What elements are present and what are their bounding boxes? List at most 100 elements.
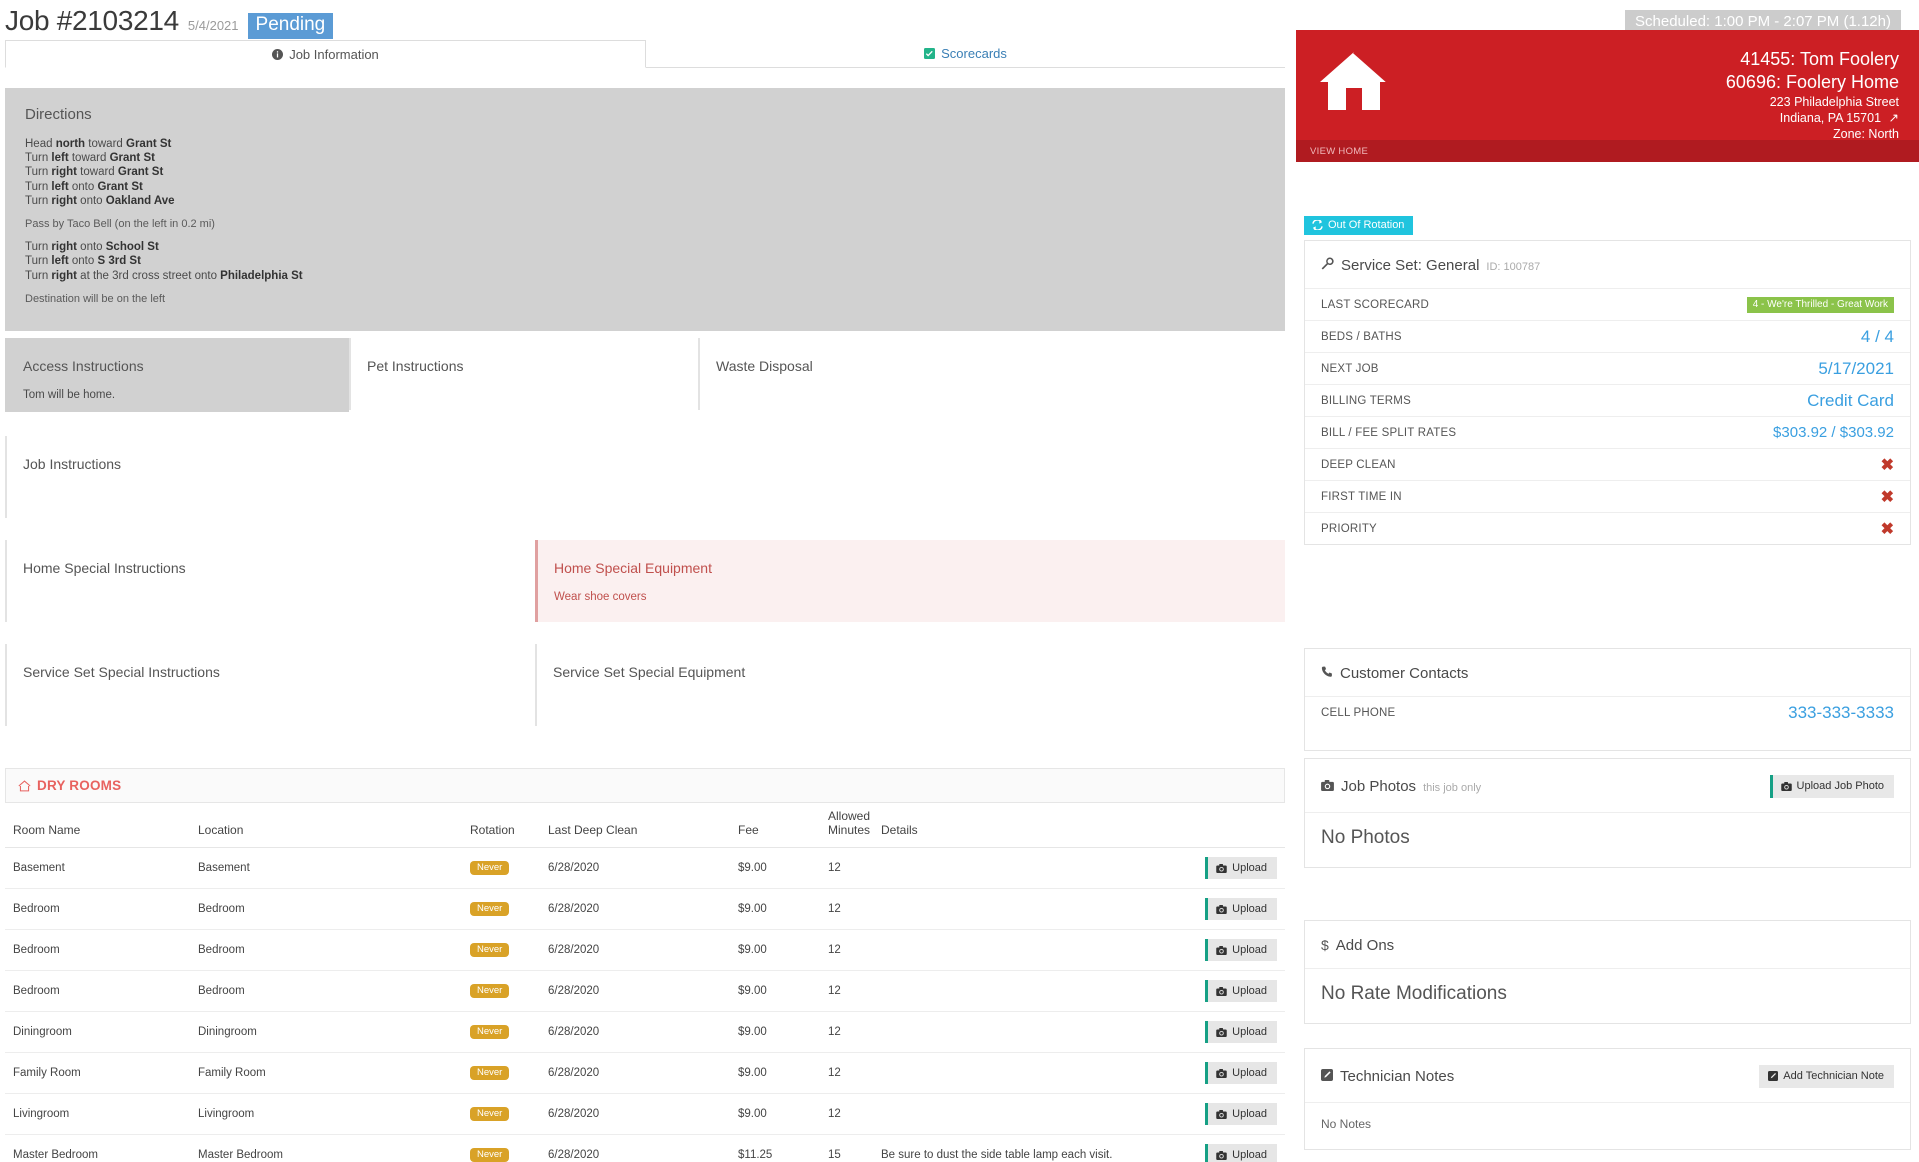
cell-room-name: Diningroom (5, 1011, 190, 1053)
job-date: 5/4/2021 (187, 18, 239, 33)
home-address: 223 Philadelphia Street (1769, 95, 1899, 109)
card-title: Home Special Instructions (23, 560, 186, 576)
card-body: Tom will be home. (23, 389, 116, 401)
cell-rotation: Never (462, 1052, 540, 1094)
out-of-rotation-badge: Out Of Rotation (1304, 216, 1414, 235)
cell-room-name: Bedroom (5, 888, 190, 930)
card-home-special-equipment: Home Special Equipment Wear shoe covers (535, 540, 1285, 622)
service-set-title-group: Service Set: General ID: 100787 (1321, 257, 1540, 274)
status-badge: Pending (247, 13, 334, 39)
cell-location: Bedroom (190, 888, 462, 930)
technician-notes-header: Technician Notes Add Technician Note (1305, 1049, 1910, 1102)
rotation-badge: Never (470, 860, 510, 876)
cell-allowed-minutes: 12 (820, 929, 873, 971)
external-link-icon[interactable]: ↗ (1889, 111, 1899, 125)
camera-icon (1216, 986, 1227, 996)
upload-button[interactable]: Upload (1205, 1103, 1277, 1125)
cell-location: Bedroom (190, 970, 462, 1012)
col-rotation: Rotation (462, 803, 540, 848)
card-row: Access Instructions Tom will be home. Pe… (5, 338, 1285, 412)
upload-button[interactable]: Upload (1205, 1062, 1277, 1084)
upload-button[interactable]: Upload (1205, 1021, 1277, 1043)
cell-allowed-minutes: 12 (820, 1011, 873, 1053)
dry-rooms-header: DRY ROOMS (5, 768, 1285, 803)
directions-step: Turn right onto Oakland Ave (25, 194, 175, 207)
card-access-instructions: Access Instructions Tom will be home. (5, 338, 349, 412)
tab-scorecards[interactable]: Scorecards (646, 40, 1285, 67)
contact-value[interactable]: 333-333-3333 (1788, 703, 1894, 723)
card-row: Job Instructions (5, 436, 1285, 518)
service-set-key: PRIORITY (1321, 522, 1377, 535)
cell-location: Family Room (190, 1052, 462, 1094)
cell-details (873, 1052, 1160, 1094)
service-set-key: DEEP CLEAN (1321, 458, 1396, 471)
cell-location: Diningroom (190, 1011, 462, 1053)
house-icon (1318, 48, 1390, 114)
cell-details (873, 1093, 1160, 1135)
col-last-deep-clean: Last Deep Clean (540, 803, 730, 848)
service-set-value[interactable]: Credit Card (1807, 391, 1894, 411)
no-photos-text: No Photos (1321, 827, 1410, 848)
service-set-value: 4 - We're Thrilled - Great Work (1746, 296, 1894, 313)
cell-last-deep-clean: 6/28/2020 (540, 888, 730, 930)
home-city-state-zip: Indiana, PA 15701 ↗ (1726, 110, 1899, 126)
customer-line: 41455: Tom Foolery (1740, 49, 1899, 69)
table-row: Bedroom Bedroom Never 6/28/2020 $9.00 12 Uploa… (5, 888, 1285, 930)
home-hero: 41455: Tom Foolery 60696: Foolery Home 2… (1296, 30, 1919, 162)
upload-button[interactable]: Upload (1205, 857, 1277, 879)
table-row: Bedroom Bedroom Never 6/28/2020 $9.00 12 Uploa… (5, 929, 1285, 971)
camera-icon (1216, 863, 1227, 873)
cell-rotation: Never (462, 847, 540, 889)
no-notes-text: No Notes (1321, 1117, 1372, 1131)
service-set-value[interactable]: $303.92 / $303.92 (1773, 424, 1894, 441)
card-body: Wear shoe covers (554, 591, 647, 603)
upload-button[interactable]: Upload (1205, 1144, 1277, 1162)
table-row: Bedroom Bedroom Never 6/28/2020 $9.00 12 Uploa… (5, 970, 1285, 1012)
city-state-zip-text: Indiana, PA 15701 (1779, 111, 1882, 125)
service-set-row: LAST SCORECARD 4 - We're Thrilled - Great… (1305, 288, 1910, 320)
card-pet-instructions: Pet Instructions (349, 338, 698, 410)
cell-room-name: Family Room (5, 1052, 190, 1094)
upload-button[interactable]: Upload (1205, 898, 1277, 920)
cell-room-name: Bedroom (5, 970, 190, 1012)
technician-notes-title-group: Technician Notes (1321, 1068, 1454, 1085)
job-photos-body: No Photos (1305, 812, 1910, 867)
cell-details (873, 929, 1160, 971)
view-home-link[interactable]: VIEW HOME (1296, 140, 1919, 162)
cell-room-name: Master Bedroom (5, 1134, 190, 1162)
upload-button[interactable]: Upload (1205, 939, 1277, 961)
cell-rotation: Never (462, 929, 540, 971)
service-set-key: FIRST TIME IN (1321, 490, 1402, 503)
cell-last-deep-clean: 6/28/2020 (540, 1134, 730, 1162)
camera-icon (1216, 1150, 1227, 1160)
rotation-badge: Never (470, 1147, 510, 1162)
add-technician-note-button[interactable]: Add Technician Note (1759, 1065, 1894, 1088)
job-photos-title-group: Job Photos this job only (1321, 778, 1481, 795)
add-ons-header: $ Add Ons (1305, 921, 1910, 968)
upload-button[interactable]: Upload (1205, 980, 1277, 1002)
contacts-header: Customer Contacts (1305, 649, 1910, 696)
tab-job-information[interactable]: Job Information (5, 40, 646, 68)
service-set-value[interactable]: 4 / 4 (1861, 327, 1894, 347)
directions-step: Turn right onto School St (25, 241, 159, 254)
cell-fee: $9.00 (730, 1052, 820, 1094)
cell-room-name: Livingroom (5, 1093, 190, 1135)
cell-actions: Upload (1160, 1134, 1285, 1162)
upload-job-photo-button[interactable]: Upload Job Photo (1769, 775, 1894, 798)
upload-label: Upload (1232, 862, 1267, 874)
card-row: Home Special Instructions Home Special E… (5, 540, 1285, 622)
cell-actions: Upload (1160, 847, 1285, 889)
service-set-value[interactable]: 5/17/2021 (1818, 359, 1894, 379)
tab-bar: Job Information Scorecards (5, 40, 1285, 68)
card-row: Service Set Special Instructions Service… (5, 644, 1285, 726)
add-ons-title-group: $ Add Ons (1321, 937, 1394, 954)
service-set-key: BEDS / BATHS (1321, 330, 1402, 343)
wrench-icon (1321, 257, 1334, 270)
cell-allowed-minutes: 12 (820, 1052, 873, 1094)
job-detail-page: Job #2103214 5/4/2021 Pending Scheduled:… (0, 0, 1919, 1162)
card-title: Job Instructions (23, 456, 122, 472)
cell-last-deep-clean: 6/28/2020 (540, 1011, 730, 1053)
card-job-instructions: Job Instructions (5, 436, 1285, 518)
add-ons-body: No Rate Modifications (1305, 968, 1910, 1023)
